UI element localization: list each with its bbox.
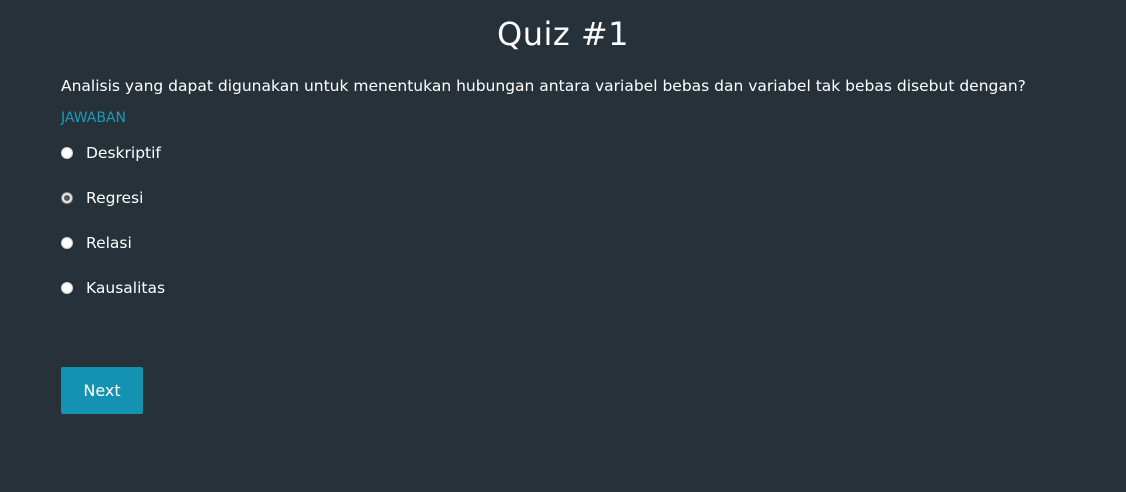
answer-options: Deskriptif Regresi Relasi Kausalitas bbox=[61, 138, 165, 318]
radio-button-selected[interactable] bbox=[61, 192, 73, 204]
radio-button[interactable] bbox=[61, 237, 73, 249]
option-regresi[interactable]: Regresi bbox=[61, 183, 165, 213]
page-title: Quiz #1 bbox=[497, 15, 629, 53]
next-button[interactable]: Next bbox=[61, 367, 143, 414]
answer-label: JAWABAN bbox=[61, 110, 127, 126]
option-deskriptif[interactable]: Deskriptif bbox=[61, 138, 165, 168]
option-label: Kausalitas bbox=[86, 279, 166, 297]
option-label: Deskriptif bbox=[86, 144, 161, 162]
radio-button[interactable] bbox=[61, 282, 73, 294]
question-text: Analisis yang dapat digunakan untuk mene… bbox=[61, 77, 1026, 95]
option-kausalitas[interactable]: Kausalitas bbox=[61, 273, 165, 303]
option-relasi[interactable]: Relasi bbox=[61, 228, 165, 258]
option-label: Relasi bbox=[86, 234, 132, 252]
radio-button[interactable] bbox=[61, 147, 73, 159]
option-label: Regresi bbox=[86, 189, 144, 207]
